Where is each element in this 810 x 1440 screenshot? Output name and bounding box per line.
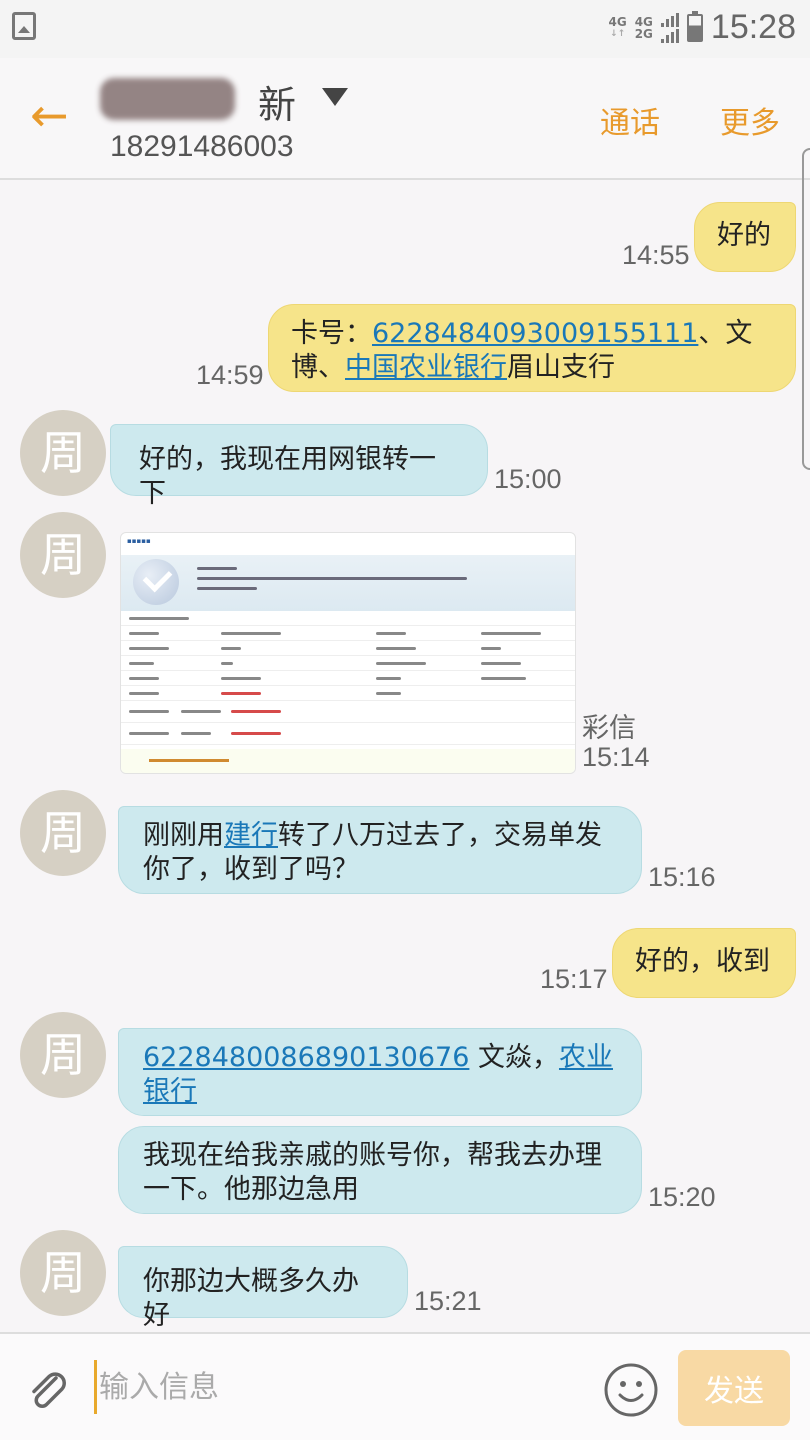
message-timestamp: 15:14	[582, 742, 650, 772]
message-timestamp: 15:16	[648, 862, 716, 892]
call-button[interactable]: 通话	[600, 98, 660, 142]
contact-avatar[interactable]: 周	[20, 1012, 106, 1098]
message-text: 你那边大概多久办好	[143, 1266, 359, 1331]
emoji-smiley-icon[interactable]	[603, 1362, 659, 1418]
message-timestamp: 15:00	[494, 464, 562, 494]
message-bubble-outgoing[interactable]: 卡号：6228484093009155111、文博、中国农业银行眉山支行	[268, 304, 796, 392]
checkmark-icon	[133, 559, 179, 605]
contact-avatar[interactable]: 周	[20, 512, 106, 598]
status-bar: 4G ↓↑ 4G 2G 15:28	[0, 0, 810, 58]
send-button[interactable]: 发送	[678, 1350, 790, 1426]
message-text: 眉山支行	[507, 352, 615, 383]
bank-name-link[interactable]: 建行	[224, 820, 278, 851]
contact-number: 18291486003	[110, 130, 294, 163]
message-text: 好的，收到	[635, 946, 770, 977]
message-bubble-incoming[interactable]: 好的，我现在用网银转一下	[110, 424, 488, 509]
contact-name-redacted	[100, 78, 235, 120]
contact-avatar[interactable]: 周	[20, 1230, 106, 1316]
receipt-header: ▪▪▪▪▪	[127, 537, 151, 545]
card-number-link[interactable]: 6228484093009155111	[372, 318, 698, 349]
message-text: 文焱，	[469, 1042, 559, 1073]
mms-image-attachment[interactable]: ▪▪▪▪▪	[120, 532, 576, 774]
message-text: 我现在给我亲戚的账号你，帮我去办理一下。他那边急用	[143, 1140, 602, 1205]
message-bubble-outgoing[interactable]: 好的，收到	[612, 928, 796, 998]
conversation-header: ← 新 18291486003 通话 更多	[0, 58, 810, 180]
receipt-footer	[121, 749, 575, 773]
contact-avatar[interactable]: 周	[20, 790, 106, 876]
message-bubble-outgoing[interactable]: 好的	[694, 202, 796, 272]
contact-name[interactable]: 新	[258, 74, 296, 129]
message-text: 刚刚用	[143, 820, 224, 851]
signal-icon	[660, 12, 679, 43]
battery-charging-icon	[686, 10, 703, 42]
mms-label: 彩信	[582, 713, 636, 743]
back-arrow-icon[interactable]: ←	[30, 90, 80, 140]
bank-name-link[interactable]: 中国农业银行	[345, 352, 507, 383]
message-text: 好的，我现在用网银转一下	[139, 444, 436, 509]
message-timestamp: 15:21	[414, 1286, 482, 1316]
compose-bar: 发送	[0, 1332, 810, 1440]
receipt-success-banner	[121, 555, 575, 611]
message-timestamp: 15:20	[648, 1182, 716, 1212]
message-timestamp: 14:55	[622, 240, 690, 270]
message-bubble-incoming[interactable]: 我现在给我亲戚的账号你，帮我去办理一下。他那边急用	[118, 1126, 642, 1214]
card-number-link[interactable]: 6228480086890130676	[143, 1042, 469, 1073]
message-text: 卡号：	[291, 318, 372, 349]
clock: 15:28	[710, 8, 796, 46]
scroll-indicator[interactable]	[802, 148, 810, 470]
network-indicator-1: 4G ↓↑	[608, 14, 627, 39]
message-bubble-incoming[interactable]: 刚刚用建行转了八万过去了，交易单发你了，收到了吗？	[118, 806, 642, 894]
message-bubble-incoming[interactable]: 6228480086890130676 文焱，农业银行	[118, 1028, 642, 1116]
message-bubble-incoming[interactable]: 你那边大概多久办好	[118, 1246, 408, 1331]
dropdown-triangle-icon[interactable]	[322, 88, 348, 106]
message-input[interactable]	[94, 1360, 574, 1414]
message-text: 好的	[717, 220, 771, 251]
message-timestamp: 15:17	[540, 964, 608, 994]
message-timestamp: 14:59	[196, 360, 264, 390]
attachment-paperclip-icon[interactable]	[26, 1368, 74, 1416]
more-button[interactable]: 更多	[720, 98, 780, 142]
contact-avatar[interactable]: 周	[20, 410, 106, 496]
status-icons: 4G ↓↑ 4G 2G 15:28	[609, 8, 797, 47]
gallery-notification-icon	[12, 12, 36, 40]
network-indicator-2: 4G 2G	[634, 14, 653, 41]
